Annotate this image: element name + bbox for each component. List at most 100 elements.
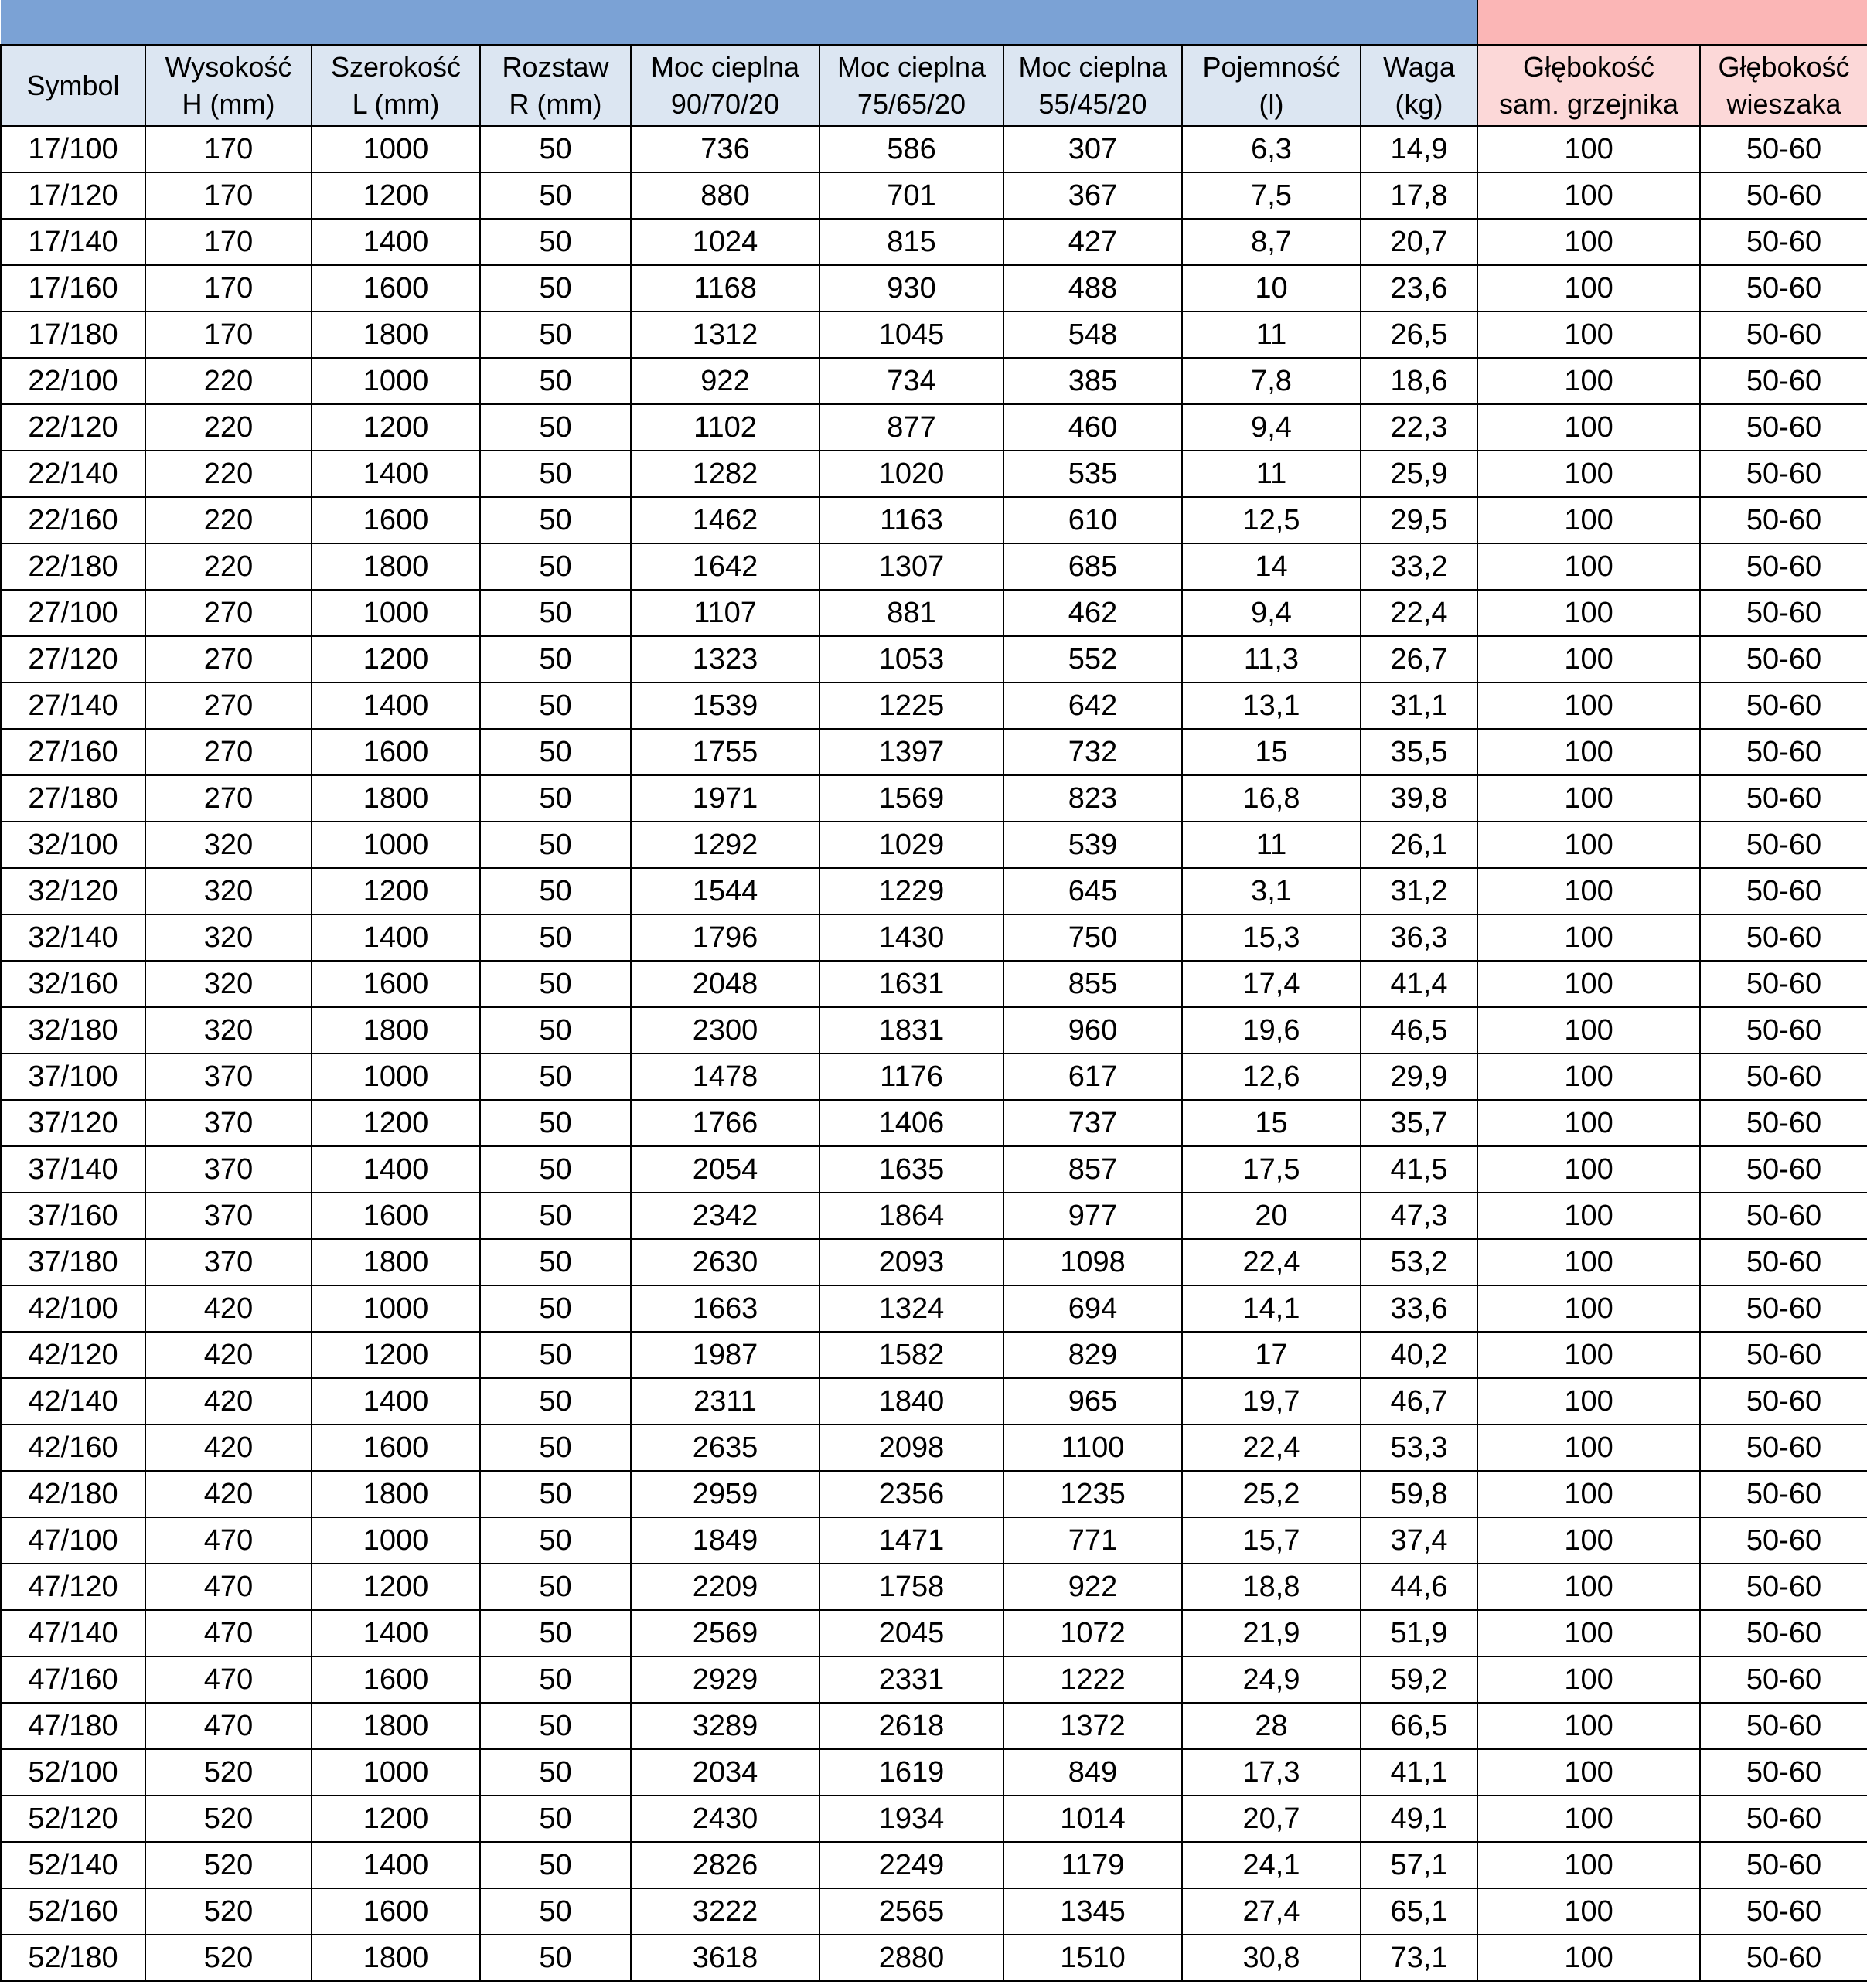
column-header-label-line2: (kg) <box>1395 87 1443 120</box>
cell-symbol: 17/180 <box>0 311 146 359</box>
cell-height: 520 <box>145 1748 312 1796</box>
cell-hanger-depth: 50-60 <box>1699 218 1867 266</box>
column-header-label-line1: Symbol <box>26 69 120 101</box>
cell-height: 270 <box>145 728 312 776</box>
table-row: 37/140 370 1400 50 2054 1635 857 17,5 41,5 100 50-… <box>0 1145 1867 1193</box>
table-row: 42/180 420 1800 50 2959 2356 1235 25,2 59,8 100 50… <box>0 1470 1867 1518</box>
table-row: 32/100 320 1000 50 1292 1029 539 11 26,1 100 50-60 <box>0 821 1867 869</box>
cell-weight: 33,2 <box>1359 543 1479 591</box>
cell-power-90-70-20: 2300 <box>630 1006 820 1054</box>
cell-weight: 46,5 <box>1359 1006 1479 1054</box>
cell-power-55-45-20: 535 <box>1003 450 1183 498</box>
table-row: 22/120 220 1200 50 1102 877 460 9,4 22,3 100 50-60 <box>0 403 1867 451</box>
cell-hanger-depth: 50-60 <box>1699 589 1867 637</box>
cell-height: 520 <box>145 1888 312 1935</box>
cell-power-55-45-20: 1510 <box>1003 1934 1183 1982</box>
cell-hanger-depth: 50-60 <box>1699 1285 1867 1333</box>
cell-power-90-70-20: 2635 <box>630 1424 820 1472</box>
cell-power-90-70-20: 2569 <box>630 1609 820 1657</box>
cell-hanger-depth: 50-60 <box>1699 1238 1867 1286</box>
cell-power-55-45-20: 488 <box>1003 264 1183 312</box>
column-header-row: Symbol Wysokość H (mm) Szerokość L (mm) Rozst… <box>0 44 1867 127</box>
cell-power-55-45-20: 823 <box>1003 774 1183 822</box>
cell-power-55-45-20: 552 <box>1003 635 1183 683</box>
cell-symbol: 27/140 <box>0 682 146 730</box>
cell-power-90-70-20: 1539 <box>630 682 820 730</box>
cell-width: 1200 <box>311 635 481 683</box>
cell-spacing: 50 <box>479 1099 632 1147</box>
cell-weight: 53,2 <box>1359 1238 1479 1286</box>
table-row: 52/120 520 1200 50 2430 1934 1014 20,7 49,1 100 50… <box>0 1795 1867 1843</box>
cell-power-75-65-20: 734 <box>819 357 1004 405</box>
cell-height: 470 <box>145 1656 312 1704</box>
cell-power-55-45-20: 462 <box>1003 589 1183 637</box>
cell-symbol: 52/100 <box>0 1748 146 1796</box>
cell-power-55-45-20: 1100 <box>1003 1424 1183 1472</box>
cell-radiator-depth: 100 <box>1477 728 1702 776</box>
cell-width: 1400 <box>311 1145 481 1193</box>
table-row: 52/160 520 1600 50 3222 2565 1345 27,4 65,1 100 50… <box>0 1888 1867 1935</box>
cell-weight: 25,9 <box>1359 450 1479 498</box>
column-header-label-line2: L (mm) <box>352 87 440 120</box>
cell-hanger-depth: 50-60 <box>1699 1934 1867 1982</box>
cell-hanger-depth: 50-60 <box>1699 1563 1867 1611</box>
cell-width: 1600 <box>311 496 481 544</box>
table-row: 52/140 520 1400 50 2826 2249 1179 24,1 57,1 100 50… <box>0 1841 1867 1889</box>
table-row: 52/100 520 1000 50 2034 1619 849 17,3 41,1 100 50-… <box>0 1748 1867 1796</box>
cell-power-90-70-20: 1024 <box>630 218 820 266</box>
cell-weight: 26,5 <box>1359 311 1479 359</box>
cell-hanger-depth: 50-60 <box>1699 1470 1867 1518</box>
cell-spacing: 50 <box>479 1331 632 1379</box>
cell-hanger-depth: 50-60 <box>1699 728 1867 776</box>
column-header-label-line1: Pojemność <box>1202 50 1341 83</box>
cell-power-55-45-20: 367 <box>1003 172 1183 220</box>
cell-power-55-45-20: 829 <box>1003 1331 1183 1379</box>
column-header-power-55-45-20: Moc cieplna 55/45/20 <box>1003 44 1183 127</box>
cell-power-90-70-20: 2630 <box>630 1238 820 1286</box>
cell-weight: 49,1 <box>1359 1795 1479 1843</box>
cell-hanger-depth: 50-60 <box>1699 264 1867 312</box>
cell-hanger-depth: 50-60 <box>1699 1841 1867 1889</box>
column-header-label-line2: 75/65/20 <box>857 87 966 120</box>
cell-power-55-45-20: 750 <box>1003 914 1183 962</box>
cell-hanger-depth: 50-60 <box>1699 125 1867 173</box>
cell-capacity: 19,7 <box>1181 1377 1361 1425</box>
table-row: 32/180 320 1800 50 2300 1831 960 19,6 46,5 100 50-… <box>0 1006 1867 1054</box>
cell-width: 1400 <box>311 1609 481 1657</box>
cell-spacing: 50 <box>479 589 632 637</box>
cell-hanger-depth: 50-60 <box>1699 635 1867 683</box>
cell-height: 220 <box>145 450 312 498</box>
cell-width: 1800 <box>311 1470 481 1518</box>
cell-radiator-depth: 100 <box>1477 960 1702 1008</box>
cell-symbol: 52/140 <box>0 1841 146 1889</box>
cell-radiator-depth: 100 <box>1477 1331 1702 1379</box>
cell-width: 1200 <box>311 172 481 220</box>
cell-power-90-70-20: 1755 <box>630 728 820 776</box>
cell-spacing: 50 <box>479 960 632 1008</box>
cell-power-75-65-20: 2098 <box>819 1424 1004 1472</box>
cell-width: 1200 <box>311 1563 481 1611</box>
pink-header-band <box>1477 0 1867 46</box>
cell-capacity: 15,7 <box>1181 1517 1361 1564</box>
cell-spacing: 50 <box>479 867 632 915</box>
radiator-spec-table: Symbol Wysokość H (mm) Szerokość L (mm) Rozst… <box>0 0 1867 1982</box>
cell-hanger-depth: 50-60 <box>1699 1099 1867 1147</box>
cell-hanger-depth: 50-60 <box>1699 1192 1867 1240</box>
table-row: 22/100 220 1000 50 922 734 385 7,8 18,6 100 50-60 <box>0 357 1867 405</box>
table-row: 42/160 420 1600 50 2635 2098 1100 22,4 53,3 100 50… <box>0 1424 1867 1472</box>
cell-symbol: 27/100 <box>0 589 146 637</box>
cell-weight: 18,6 <box>1359 357 1479 405</box>
cell-spacing: 50 <box>479 1285 632 1333</box>
cell-radiator-depth: 100 <box>1477 1424 1702 1472</box>
cell-spacing: 50 <box>479 1656 632 1704</box>
cell-width: 1600 <box>311 960 481 1008</box>
cell-spacing: 50 <box>479 125 632 173</box>
cell-symbol: 27/120 <box>0 635 146 683</box>
cell-hanger-depth: 50-60 <box>1699 1888 1867 1935</box>
column-header-power-75-65-20: Moc cieplna 75/65/20 <box>819 44 1004 127</box>
cell-power-90-70-20: 2342 <box>630 1192 820 1240</box>
cell-power-55-45-20: 385 <box>1003 357 1183 405</box>
cell-power-90-70-20: 922 <box>630 357 820 405</box>
column-header-radiator-depth: Głębokość sam. grzejnika <box>1477 44 1702 127</box>
cell-power-75-65-20: 1229 <box>819 867 1004 915</box>
